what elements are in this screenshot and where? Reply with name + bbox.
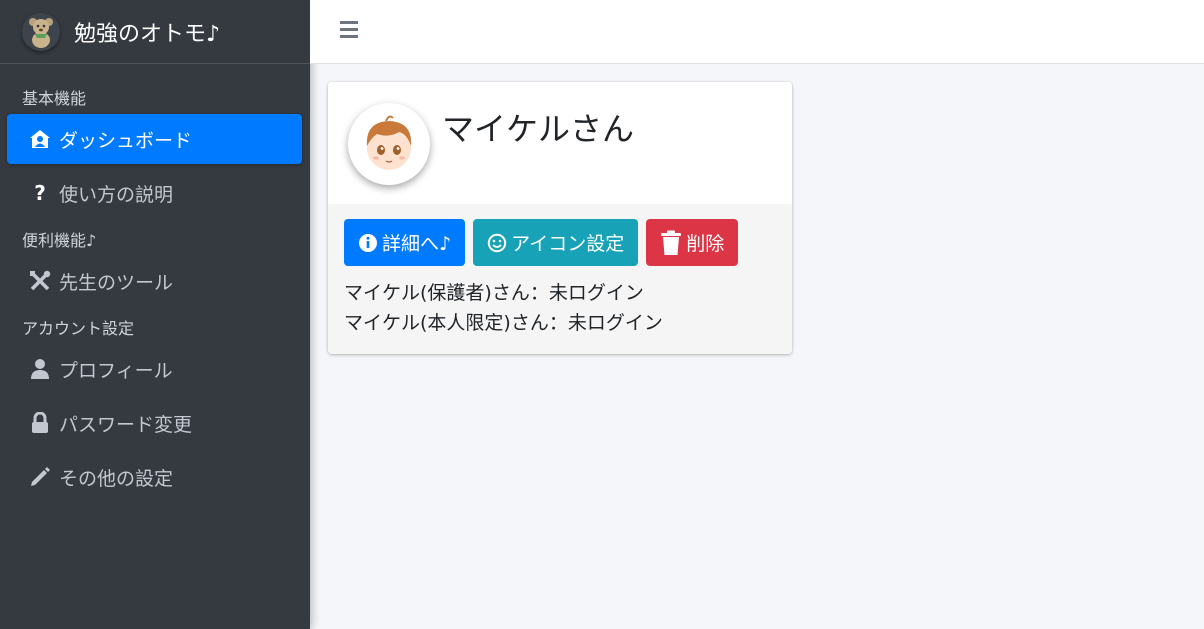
teddy-bear-logo-icon xyxy=(22,12,60,51)
brand[interactable]: 勉強のオトモ♪ xyxy=(0,0,310,64)
user-icon xyxy=(27,358,53,380)
delete-button[interactable]: 削除 xyxy=(646,219,739,266)
child-name: マイケルさん xyxy=(442,110,635,148)
top-navbar xyxy=(310,0,1204,64)
sidebar-item-label: プロフィール xyxy=(59,359,173,382)
card-footer: 詳細へ♪ アイコン設定 削除 マイケル(保護者)さん：未ログイン マイケル(本人… xyxy=(328,204,792,354)
sidebar: 勉強のオトモ♪ 基本機能 ダッシュボード ? 使い方の説明 便利機能♪ 先生のツ… xyxy=(0,0,310,629)
guardian-login-status: マイケル(保護者)さん：未ログイン xyxy=(344,282,644,304)
sidebar-item-teacher-tools[interactable]: 先生のツール xyxy=(7,256,302,306)
info-icon xyxy=(358,233,378,253)
app-title: 勉強のオトモ♪ xyxy=(74,21,221,47)
menu-toggle-icon[interactable] xyxy=(338,18,360,42)
sidebar-item-profile[interactable]: プロフィール xyxy=(7,344,302,394)
detail-button[interactable]: 詳細へ♪ xyxy=(344,219,466,266)
avatar[interactable] xyxy=(348,103,430,185)
lock-icon xyxy=(27,412,53,434)
nav-header-utility: 便利機能♪ xyxy=(22,231,97,250)
trash-icon xyxy=(660,230,682,256)
home-user-icon xyxy=(27,129,53,149)
smile-icon xyxy=(487,233,507,253)
student-login-status: マイケル(本人限定)さん：未ログイン xyxy=(344,312,663,334)
nav-header-account: アカウント設定 xyxy=(22,319,135,338)
tools-icon xyxy=(27,270,53,292)
detail-button-label: 詳細へ♪ xyxy=(382,233,452,255)
nav-header-basic: 基本機能 xyxy=(22,89,87,108)
sidebar-item-label: 使い方の説明 xyxy=(59,183,174,206)
sidebar-item-label: ダッシュボード xyxy=(59,129,193,152)
sidebar-item-other-settings[interactable]: その他の設定 xyxy=(7,452,302,502)
sidebar-item-label: その他の設定 xyxy=(59,467,174,490)
pencil-icon xyxy=(27,466,53,488)
sidebar-item-howto[interactable]: ? 使い方の説明 xyxy=(7,168,302,218)
sidebar-item-password[interactable]: パスワード変更 xyxy=(7,398,302,448)
card-header: マイケルさん xyxy=(328,82,792,204)
child-card: マイケルさん 詳細へ♪ アイコン設定 削除 マイケル(保護者)さん：未ログイン … xyxy=(328,82,792,354)
sidebar-item-label: 先生のツール xyxy=(59,271,174,294)
icon-setting-button[interactable]: アイコン設定 xyxy=(473,219,639,266)
login-status: マイケル(保護者)さん：未ログイン マイケル(本人限定)さん：未ログイン xyxy=(344,278,776,338)
icon-setting-button-label: アイコン設定 xyxy=(511,233,625,255)
question-icon: ? xyxy=(34,181,46,205)
sidebar-item-label: パスワード変更 xyxy=(59,413,193,436)
delete-button-label: 削除 xyxy=(686,233,725,255)
sidebar-item-dashboard[interactable]: ダッシュボード xyxy=(7,114,302,164)
